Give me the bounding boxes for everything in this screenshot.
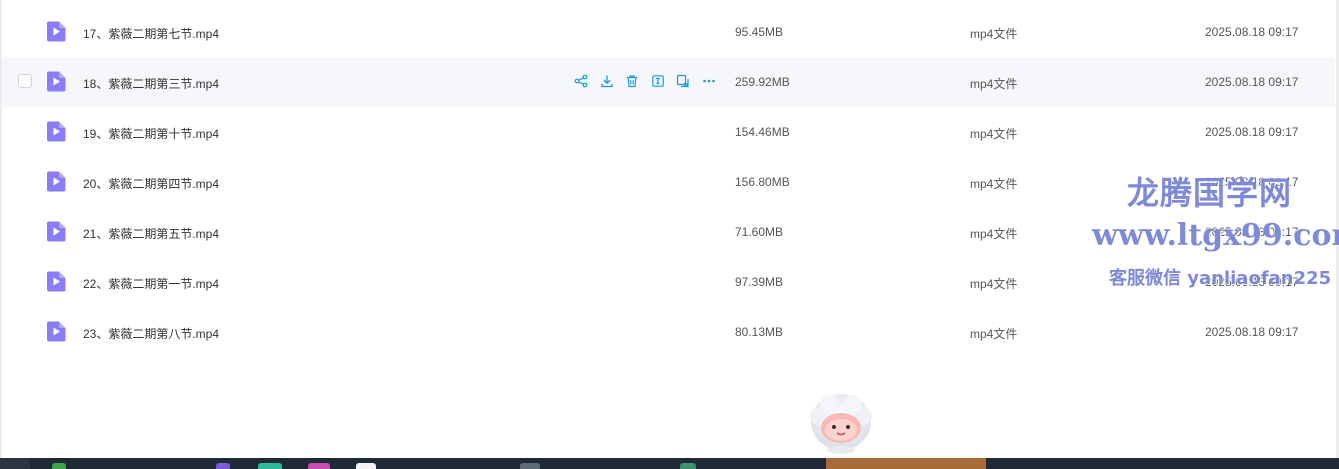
start-button[interactable] [0,458,30,469]
file-date: 2025.08.18 09:17 [1205,225,1299,239]
file-name[interactable]: 17、紫薇二期第七节.mp4 [83,25,219,42]
taskbar-app-icon[interactable] [520,463,540,469]
file-date: 2025.08.18 09:17 [1205,175,1299,189]
file-type: mp4文件 [970,27,1018,41]
file-size: 95.45MB [735,25,784,39]
file-date: 2025.08.18 09:17 [1205,25,1299,39]
row-actions [572,72,725,92]
video-file-icon [46,221,66,242]
file-size: 71.60MB [735,225,784,239]
file-row[interactable]: 21、紫薇二期第五节.mp4 71.60MB mp4文件 2025.08.18 09:… [2,207,1335,257]
file-date: 2025.08.18 09:17 [1205,275,1299,289]
file-size: 259.92MB [735,75,790,89]
taskbar-app-icon[interactable] [356,463,376,469]
file-size: 97.39MB [735,275,784,289]
video-file-icon [46,321,66,342]
file-size: 154.46MB [735,125,790,139]
taskbar-app-icon[interactable] [216,463,230,469]
file-list: 17、紫薇二期第七节.mp4 95.45MB mp4文件 2025.08.18 09:… [2,7,1335,357]
more-icon[interactable] [700,72,718,90]
taskbar [0,458,1339,469]
copy-icon[interactable] [674,72,692,90]
file-type: mp4文件 [970,277,1018,291]
rename-icon[interactable] [649,72,667,90]
file-date: 2025.08.18 09:17 [1205,125,1299,139]
taskbar-app-icon[interactable] [258,463,282,469]
share-icon[interactable] [572,72,590,90]
file-type: mp4文件 [970,127,1018,141]
file-row[interactable]: 19、紫薇二期第十节.mp4 154.46MB mp4文件 2025.08.18 09… [2,107,1335,157]
file-name[interactable]: 18、紫薇二期第三节.mp4 [83,75,219,92]
taskbar-app-icon[interactable] [52,463,66,469]
video-file-icon [46,71,66,92]
assistant-mascot-icon[interactable] [805,390,877,456]
video-file-icon [46,171,66,192]
file-row[interactable]: 23、紫薇二期第八节.mp4 80.13MB mp4文件 2025.08.18 09:… [2,307,1335,357]
file-date: 2025.08.18 09:17 [1205,325,1299,339]
video-file-icon [46,21,66,42]
file-size: 156.80MB [735,175,790,189]
file-type: mp4文件 [970,77,1018,91]
file-row[interactable]: 18、紫薇二期第三节.mp4 259.92MB mp4文件 2025.08.18 09… [2,57,1335,107]
file-row[interactable]: 22、紫薇二期第一节.mp4 97.39MB mp4文件 2025.08.18 09:… [2,257,1335,307]
file-type: mp4文件 [970,177,1018,191]
taskbar-app-icon[interactable] [308,463,330,469]
taskbar-app-icon[interactable] [680,463,696,469]
file-type: mp4文件 [970,227,1018,241]
file-name[interactable]: 20、紫薇二期第四节.mp4 [83,175,219,192]
file-row[interactable]: 20、紫薇二期第四节.mp4 156.80MB mp4文件 2025.08.18 09… [2,157,1335,207]
file-size: 80.13MB [735,325,784,339]
delete-icon[interactable] [623,72,641,90]
file-name[interactable]: 19、紫薇二期第十节.mp4 [83,125,219,142]
file-name[interactable]: 23、紫薇二期第八节.mp4 [83,325,219,342]
file-date: 2025.08.18 09:17 [1205,75,1299,89]
video-file-icon [46,271,66,292]
file-type: mp4文件 [970,327,1018,341]
taskbar-active-app[interactable] [826,458,986,469]
download-icon[interactable] [598,72,616,90]
file-name[interactable]: 21、紫薇二期第五节.mp4 [83,225,219,242]
file-name[interactable]: 22、紫薇二期第一节.mp4 [83,275,219,292]
video-file-icon [46,121,66,142]
file-row[interactable]: 17、紫薇二期第七节.mp4 95.45MB mp4文件 2025.08.18 09:… [2,7,1335,57]
row-checkbox[interactable] [18,74,32,88]
